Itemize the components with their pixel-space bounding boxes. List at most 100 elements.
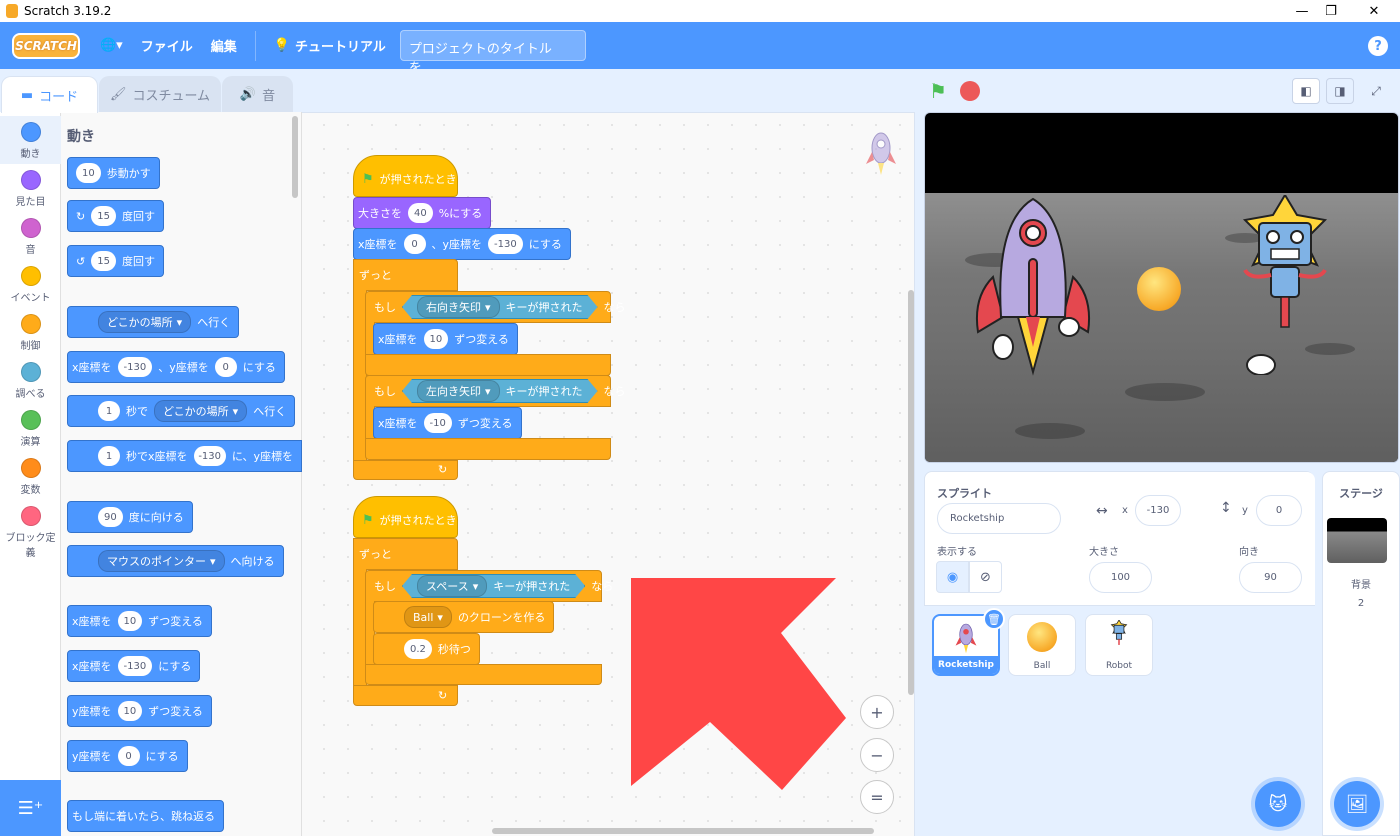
block-change-y[interactable]: y座標を 10 ずつ変える xyxy=(67,695,212,727)
x-position-input[interactable]: -130 xyxy=(1135,495,1181,526)
y-input[interactable]: -130 xyxy=(488,234,523,254)
when-flag-clicked-hat[interactable]: ⚑ が押されたとき xyxy=(353,496,458,538)
key-pressed-condition[interactable]: 右向き矢印 ▾ キーが押された xyxy=(402,295,598,319)
category-operators[interactable]: 演算 xyxy=(0,410,61,448)
block-goto-xy[interactable]: x座標を 0 、y座標を -130 にする xyxy=(353,228,571,260)
tab-sounds[interactable]: 🔊 音 xyxy=(222,76,293,112)
green-flag-button[interactable]: ⚑ xyxy=(929,79,947,103)
stage-canvas[interactable] xyxy=(924,112,1399,463)
key-pressed-condition[interactable]: 左向き矢印 ▾ キーが押された xyxy=(402,379,598,403)
block-set-x[interactable]: x座標を -130 にする xyxy=(67,650,201,682)
small-stage-button[interactable]: ◧ xyxy=(1292,78,1320,104)
stop-button[interactable] xyxy=(960,81,980,101)
block-goto-xy[interactable]: x座標を -130 、y座標を 0 にする xyxy=(67,351,285,383)
block-glide-xy[interactable]: 1 秒でx座標を -130 に、y座標を xyxy=(67,440,302,472)
language-menu[interactable]: 🌐▾ xyxy=(100,38,123,53)
glide-target-dropdown[interactable]: どこかの場所 ▾ xyxy=(154,400,248,422)
goto-target-dropdown[interactable]: どこかの場所 ▾ xyxy=(98,311,192,333)
backdrop-thumb[interactable] xyxy=(1327,518,1387,563)
sprite-thumb-robot[interactable]: Robot xyxy=(1085,614,1153,676)
script-vertical-scrollbar[interactable] xyxy=(908,290,914,695)
block-change-x[interactable]: x座標を 10 ずつ変える xyxy=(373,323,518,355)
x-input[interactable]: -10 xyxy=(423,413,452,433)
choose-backdrop-button[interactable]: 🖼 xyxy=(1334,781,1380,827)
category-variables[interactable]: 変数 xyxy=(0,458,61,496)
key-dropdown[interactable]: 右向き矢印 ▾ xyxy=(417,296,500,318)
large-stage-button[interactable]: ◨ xyxy=(1326,78,1354,104)
close-button[interactable]: ✕ xyxy=(1356,0,1392,22)
if-block[interactable]: もし 右向き矢印 ▾ キーが押された なら xyxy=(365,291,626,323)
direction-input[interactable]: 90 xyxy=(98,507,123,527)
x-input[interactable]: -130 xyxy=(193,446,226,466)
sprite-name-input[interactable]: Rocketship xyxy=(937,503,1061,534)
block-move-steps[interactable]: 10 歩動かす xyxy=(67,157,160,189)
palette-scrollbar[interactable] xyxy=(292,116,298,198)
seconds-input[interactable]: 1 xyxy=(98,446,120,466)
y-input[interactable]: 0 xyxy=(214,357,237,377)
show-hidden-button[interactable]: ⊘ xyxy=(969,561,1002,593)
degrees-input[interactable]: 15 xyxy=(91,251,116,271)
seconds-input[interactable]: 0.2 xyxy=(404,639,432,659)
restore-button[interactable]: ❐ xyxy=(1313,0,1349,22)
choose-sprite-button[interactable]: 🐱 xyxy=(1255,781,1301,827)
category-looks[interactable]: 見た目 xyxy=(0,170,61,208)
key-dropdown[interactable]: 左向き矢印 ▾ xyxy=(417,380,500,402)
seconds-input[interactable]: 1 xyxy=(98,401,120,421)
size-input[interactable]: 40 xyxy=(408,203,433,223)
tutorial-menu[interactable]: 💡 チュートリアル xyxy=(274,36,386,55)
direction-input[interactable]: 90 xyxy=(1239,562,1302,593)
zoom-out-button[interactable]: − xyxy=(860,738,894,772)
x-input[interactable]: 10 xyxy=(117,611,143,631)
scratch-logo[interactable]: SCRATCH xyxy=(12,32,80,59)
y-input[interactable]: 10 xyxy=(117,701,143,721)
block-glide[interactable]: 1 秒で どこかの場所 ▾ へ行く xyxy=(67,395,296,427)
towards-dropdown[interactable]: マウスのポインター ▾ xyxy=(98,550,225,572)
block-set-y[interactable]: y座標を 0 にする xyxy=(67,740,188,772)
block-turn-left[interactable]: ↺ 15 度回す xyxy=(67,245,164,277)
category-sound[interactable]: 音 xyxy=(0,218,61,256)
delete-sprite-button[interactable]: 🗑 xyxy=(983,608,1005,630)
project-title-input[interactable]: プロジェクトのタイトルを... xyxy=(399,30,586,76)
if-block[interactable]: もし スペース ▾ キーが押された なら xyxy=(365,570,613,602)
sprite-thumb-ball[interactable]: Ball xyxy=(1008,614,1076,676)
tab-code[interactable]: ▬ コード xyxy=(1,76,98,113)
show-visible-button[interactable]: ◉ xyxy=(936,561,969,593)
y-input[interactable]: 0 xyxy=(117,746,140,766)
block-change-x[interactable]: x座標を -10 ずつ変える xyxy=(373,407,522,439)
block-change-x[interactable]: x座標を 10 ずつ変える xyxy=(67,605,212,637)
script-horizontal-scrollbar[interactable] xyxy=(492,828,874,834)
category-myblocks[interactable]: ブロック定義 xyxy=(0,506,61,559)
category-events[interactable]: イベント xyxy=(0,266,61,304)
edit-menu[interactable]: 編集 xyxy=(211,36,237,55)
key-pressed-condition[interactable]: スペース ▾ キーが押された xyxy=(402,574,585,598)
degrees-input[interactable]: 15 xyxy=(91,206,116,226)
key-dropdown[interactable]: スペース ▾ xyxy=(417,575,487,597)
fullscreen-button[interactable]: ⤢ xyxy=(1362,78,1390,104)
block-wait[interactable]: 0.2 秒待つ xyxy=(373,633,480,665)
clone-target-dropdown[interactable]: Ball ▾ xyxy=(404,606,452,628)
y-position-input[interactable]: 0 xyxy=(1256,495,1302,526)
steps-input[interactable]: 10 xyxy=(76,163,101,183)
x-input[interactable]: 0 xyxy=(403,234,426,254)
size-input[interactable]: 100 xyxy=(1089,562,1152,593)
block-create-clone[interactable]: Ball ▾ のクローンを作る xyxy=(373,601,555,633)
block-set-size[interactable]: 大きさを 40 %にする xyxy=(353,197,492,229)
block-bounce[interactable]: もし端に着いたら、跳ね返る xyxy=(67,800,224,832)
help-button[interactable]: ? xyxy=(1368,36,1388,56)
block-turn-right[interactable]: ↻ 15 度回す xyxy=(67,200,164,232)
when-flag-clicked-hat[interactable]: ⚑ が押されたとき xyxy=(353,155,458,197)
x-input[interactable]: -130 xyxy=(117,357,153,377)
x-input[interactable]: 10 xyxy=(423,329,449,349)
category-control[interactable]: 制御 xyxy=(0,314,61,352)
category-motion[interactable]: 動き xyxy=(0,116,61,164)
zoom-reset-button[interactable]: = xyxy=(860,780,894,814)
block-point-direction[interactable]: 90 度に向ける xyxy=(67,501,193,533)
category-sensing[interactable]: 調べる xyxy=(0,362,61,400)
block-point-towards[interactable]: マウスのポインター ▾ へ向ける xyxy=(67,545,284,577)
tab-costumes[interactable]: 🖌 コスチューム xyxy=(99,76,221,112)
zoom-in-button[interactable]: + xyxy=(860,695,894,729)
block-goto[interactable]: どこかの場所 ▾ へ行く xyxy=(67,306,240,338)
add-extension-button[interactable]: ☰⁺ xyxy=(0,780,61,836)
x-input[interactable]: -130 xyxy=(117,656,153,676)
file-menu[interactable]: ファイル xyxy=(141,36,193,55)
